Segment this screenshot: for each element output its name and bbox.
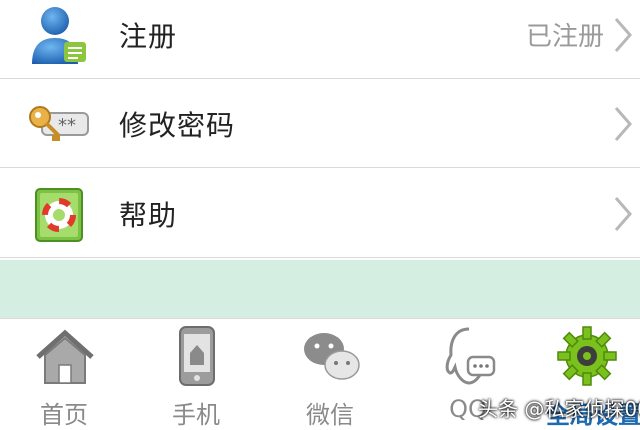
tab-phone-label: 手机 [172, 401, 220, 429]
wechat-icon [304, 333, 360, 380]
settings-row-help[interactable]: 帮助 [0, 170, 640, 258]
svg-text:**: ** [58, 115, 76, 136]
chevron-right-icon [614, 196, 632, 231]
tab-wechat[interactable]: 微信 [266, 319, 394, 429]
home-icon [36, 329, 94, 384]
tab-wechat-label: 微信 [306, 401, 354, 429]
gear-icon [557, 326, 617, 386]
help-lifebuoy-icon [35, 187, 83, 242]
chevron-right-icon [614, 106, 632, 141]
tab-home-label: 首页 [40, 401, 88, 429]
watermark: 头条 @私家侦探007 [478, 397, 640, 421]
register-status: 已注册 [525, 22, 604, 52]
empty-area [0, 260, 640, 318]
settings-row-register[interactable]: 注册 已注册 [0, 0, 640, 79]
phone-icon [179, 326, 215, 386]
tab-home[interactable]: 首页 [0, 319, 128, 429]
change-password-label: 修改密码 [119, 108, 236, 142]
settings-row-change-password[interactable]: ** 修改密码 [0, 80, 640, 168]
register-label: 注册 [119, 19, 178, 53]
tab-phone[interactable]: 手机 [132, 319, 260, 429]
user-icon [32, 6, 86, 64]
help-label: 帮助 [119, 198, 178, 232]
qq-icon [445, 327, 496, 385]
chevron-right-icon [614, 17, 632, 52]
key-password-icon: ** [29, 105, 89, 141]
